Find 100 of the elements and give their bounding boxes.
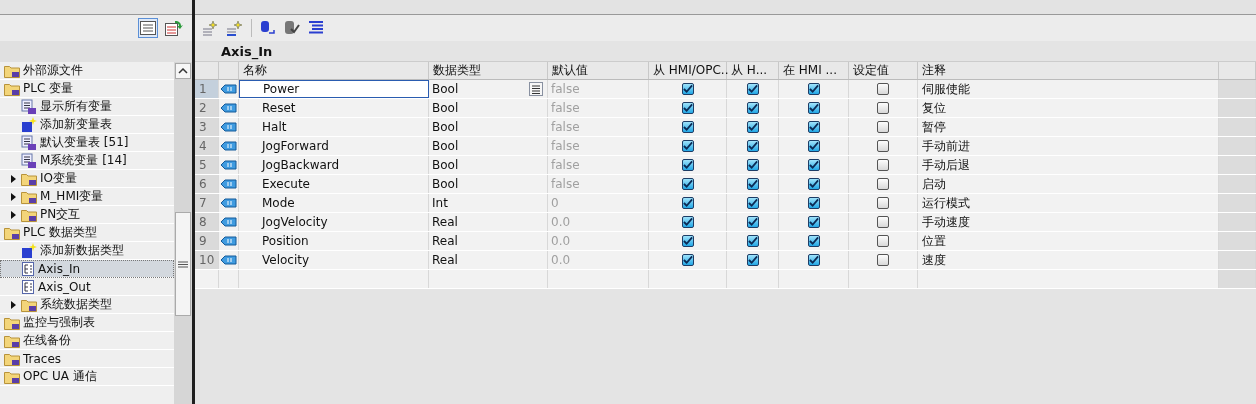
checkbox[interactable] (681, 197, 694, 209)
row-number[interactable]: 2 (195, 99, 219, 117)
name-cell[interactable]: JogForward (239, 137, 429, 155)
column-header[interactable]: 在 HMI ... (779, 62, 849, 79)
tree-item[interactable]: M系统变量 [14] (0, 152, 174, 170)
scrollbar[interactable] (174, 62, 192, 404)
name-cell[interactable]: Reset (239, 99, 429, 117)
checkbox[interactable] (746, 178, 759, 190)
type-list-button[interactable] (529, 82, 543, 96)
column-header[interactable]: 名称 (239, 62, 429, 79)
name-cell[interactable]: Halt (239, 118, 429, 136)
checkbox[interactable] (877, 83, 889, 95)
checkbox[interactable] (807, 159, 820, 171)
checkbox[interactable] (681, 216, 694, 228)
column-header[interactable]: 从 HMI/OPC.. (649, 62, 727, 79)
tree-item[interactable]: PLC 数据类型 (0, 224, 174, 242)
checkbox[interactable] (877, 159, 889, 171)
export-table-button[interactable] (164, 18, 184, 38)
input-tag-icon (220, 84, 237, 94)
tree-item[interactable]: Traces (0, 350, 174, 368)
checkbox[interactable] (877, 121, 889, 133)
checkbox[interactable] (746, 102, 759, 114)
checkbox[interactable] (746, 254, 759, 266)
name-cell[interactable]: Mode (239, 194, 429, 212)
checkbox[interactable] (681, 235, 694, 247)
expand-arrow-icon[interactable] (8, 173, 18, 184)
row-number[interactable]: 9 (195, 232, 219, 250)
tree-item[interactable]: M_HMI变量 (0, 188, 174, 206)
tree-item[interactable]: 默认变量表 [51] (0, 134, 174, 152)
checkbox[interactable] (746, 235, 759, 247)
checkbox[interactable] (807, 83, 820, 95)
checkbox[interactable] (746, 83, 759, 95)
tree-item[interactable]: 监控与强制表 (0, 314, 174, 332)
tree-item[interactable]: IO变量 (0, 170, 174, 188)
checkbox[interactable] (877, 254, 889, 266)
row-number[interactable]: 4 (195, 137, 219, 155)
checkbox[interactable] (807, 197, 820, 209)
add-row-button[interactable] (225, 18, 245, 38)
name-cell[interactable]: JogBackward (239, 156, 429, 174)
checkbox[interactable] (807, 216, 820, 228)
checkbox[interactable] (807, 140, 820, 152)
column-header[interactable]: 数据类型 (429, 62, 548, 79)
checkbox[interactable] (681, 140, 694, 152)
checkbox[interactable] (746, 121, 759, 133)
tree-item[interactable]: OPC UA 通信 (0, 368, 174, 386)
checkbox[interactable] (877, 178, 889, 190)
name-cell[interactable]: Power (239, 80, 429, 98)
tree-item[interactable]: Axis_Out (0, 278, 174, 296)
scroll-thumb[interactable] (175, 212, 191, 316)
input-tag-icon (220, 255, 237, 265)
checkbox[interactable] (746, 159, 759, 171)
expand-arrow-icon[interactable] (8, 191, 18, 202)
checkbox[interactable] (807, 235, 820, 247)
checkbox[interactable] (681, 83, 694, 95)
column-header[interactable]: 设定值 (849, 62, 918, 79)
checkbox[interactable] (807, 121, 820, 133)
tree-item[interactable]: 在线备份 (0, 332, 174, 350)
checkbox[interactable] (746, 197, 759, 209)
tree-item[interactable]: Axis_In (0, 260, 174, 278)
row-number[interactable]: 7 (195, 194, 219, 212)
column-header[interactable]: 默认值 (548, 62, 649, 79)
checkbox[interactable] (681, 102, 694, 114)
row-number[interactable]: 6 (195, 175, 219, 193)
row-number[interactable]: 1 (195, 80, 219, 98)
name-cell[interactable]: Position (239, 232, 429, 250)
checkbox[interactable] (877, 235, 889, 247)
checkbox[interactable] (807, 254, 820, 266)
tree-item[interactable]: PN交互 (0, 206, 174, 224)
checkbox[interactable] (681, 178, 694, 190)
tree-item[interactable]: 添加新变量表 (0, 116, 174, 134)
tree-item[interactable]: PLC 变量 (0, 80, 174, 98)
name-cell[interactable]: Execute (239, 175, 429, 193)
name-cell[interactable]: Velocity (239, 251, 429, 269)
data-type-cell: Real (432, 253, 458, 267)
checkbox[interactable] (877, 140, 889, 152)
checkbox[interactable] (877, 197, 889, 209)
checkbox[interactable] (681, 159, 694, 171)
name-cell[interactable]: JogVelocity (239, 213, 429, 231)
column-header[interactable]: 注释 (918, 62, 1219, 79)
checkbox[interactable] (807, 178, 820, 190)
checkbox[interactable] (681, 254, 694, 266)
checkbox[interactable] (877, 216, 889, 228)
checkbox[interactable] (746, 216, 759, 228)
scroll-up-button[interactable] (175, 63, 191, 79)
data-type-cell: Bool (432, 158, 459, 172)
column-header[interactable]: 从 H... (727, 62, 779, 79)
row-number[interactable]: 5 (195, 156, 219, 174)
expand-arrow-icon[interactable] (8, 299, 18, 310)
checkbox[interactable] (746, 140, 759, 152)
table-view-button[interactable] (138, 18, 158, 38)
expand-arrow-icon[interactable] (8, 209, 18, 220)
row-number[interactable]: 8 (195, 213, 219, 231)
row-number[interactable]: 10 (195, 251, 219, 269)
checkbox[interactable] (681, 121, 694, 133)
tree-item[interactable]: 系统数据类型 (0, 296, 174, 314)
tree-item[interactable]: 外部源文件 (0, 62, 174, 80)
checkbox[interactable] (877, 102, 889, 114)
row-number[interactable]: 3 (195, 118, 219, 136)
tree-item[interactable]: 显示所有变量 (0, 98, 174, 116)
checkbox[interactable] (807, 102, 820, 114)
